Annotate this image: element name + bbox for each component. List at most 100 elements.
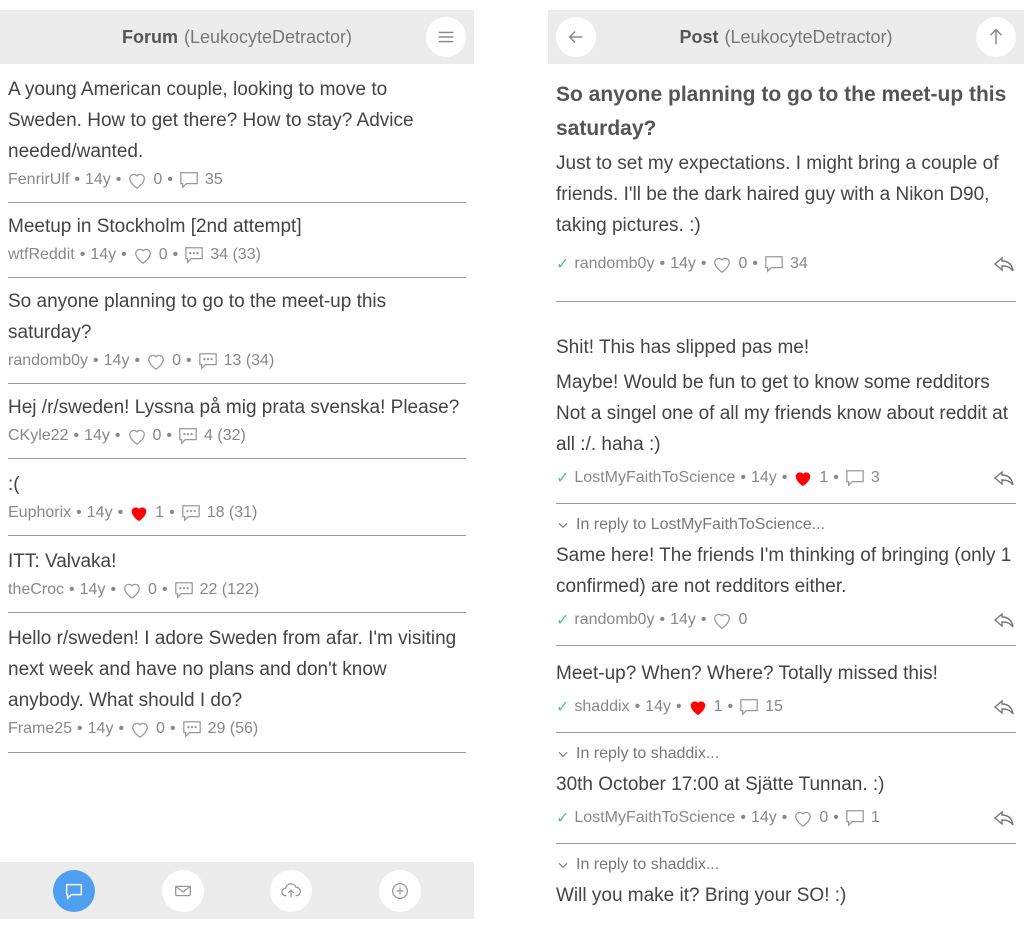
thread-likes: 0: [148, 581, 157, 598]
heart-outline-icon[interactable]: [711, 610, 733, 630]
thread-meta: theCroc • 14y • 0 • 22 (122): [8, 577, 466, 603]
thread-item[interactable]: So anyone planning to go to the meet-up …: [8, 278, 466, 384]
comment-dots-icon: [185, 247, 204, 264]
back-button[interactable]: [556, 17, 596, 57]
thread-likes: 0: [156, 720, 165, 737]
envelope-icon: [174, 885, 191, 896]
heart-outline-icon[interactable]: [711, 254, 733, 274]
thread-title[interactable]: ITT: Valvaka!: [8, 546, 466, 577]
heart-outline-icon[interactable]: [145, 351, 167, 371]
meta-separator: •: [79, 246, 86, 263]
heart-outline-icon[interactable]: [132, 245, 154, 265]
thread-title[interactable]: :(: [8, 469, 466, 500]
meta-separator: •: [634, 698, 641, 715]
meta-separator: •: [740, 809, 746, 826]
meta-separator: •: [115, 171, 122, 188]
meta-separator: •: [110, 581, 117, 598]
thread-author[interactable]: theCroc: [8, 581, 64, 599]
scroll-top-button[interactable]: [976, 17, 1016, 57]
post-heading: So anyone planning to go to the meet-up …: [556, 83, 1007, 140]
thread-title[interactable]: So anyone planning to go to the meet-up …: [8, 286, 466, 348]
heart-outline-icon[interactable]: [792, 808, 814, 828]
heart-outline-icon[interactable]: [126, 170, 148, 190]
thread-comment-count: 18 (31): [206, 504, 258, 521]
cloud-upload-icon: [281, 882, 302, 897]
post-username: (LeukocyteDetractor): [724, 26, 893, 47]
meta-separator: •: [700, 611, 707, 628]
comment-author[interactable]: randomb0y: [574, 611, 654, 629]
comment-author[interactable]: shaddix: [574, 698, 629, 716]
thread-item[interactable]: Meetup in Stockholm [2nd attempt] wtfRedd…: [8, 203, 466, 278]
reply-icon[interactable]: [992, 696, 1016, 718]
comment-age: 14y: [670, 611, 696, 628]
thread-author[interactable]: CKyle22: [8, 427, 68, 445]
check-icon: ✓: [556, 256, 570, 273]
reply-icon[interactable]: [992, 253, 1016, 275]
meta-separator: •: [118, 720, 125, 737]
heart-outline-icon[interactable]: [126, 426, 148, 446]
comment-text: Maybe! Would be fun to get to know some …: [556, 372, 1009, 455]
menu-button[interactable]: [426, 17, 466, 57]
comment-author[interactable]: LostMyFaithToScience: [574, 809, 735, 827]
heart-outline-icon[interactable]: [129, 719, 151, 739]
heart-outline-icon[interactable]: [121, 580, 143, 600]
comment-dots-icon: [198, 353, 217, 370]
thread-title[interactable]: Hello r/sweden! I adore Sweden from afar…: [8, 623, 466, 716]
meta-separator: •: [781, 809, 788, 826]
thread-meta: CKyle22 • 14y • 0 • 4 (32): [8, 423, 466, 449]
comment-likes: 0: [819, 809, 829, 826]
reply-to-link[interactable]: In reply to shaddix...: [556, 741, 1016, 767]
meta-separator: •: [185, 352, 192, 369]
meta-separator: •: [781, 469, 788, 486]
thread-comment-count: 4 (32): [204, 427, 246, 444]
hamburger-menu-icon: [438, 31, 454, 43]
reply-icon[interactable]: [992, 609, 1016, 631]
post-screen: Post (LeukocyteDetractor) So anyone plan…: [548, 10, 1024, 919]
thread-item[interactable]: :(Euphorix • 14y • 1 • 18 (31): [8, 459, 466, 536]
thread-title[interactable]: A young American couple, looking to move…: [8, 74, 466, 167]
meta-separator: •: [740, 469, 746, 486]
thread-title[interactable]: Hej /r/sweden! Lyssna på mig prata svens…: [8, 392, 466, 423]
comment-author[interactable]: LostMyFaithToScience: [574, 469, 735, 487]
thread-meta: wtfReddit • 14y • 0 • 34 (33): [8, 242, 466, 268]
thread-author[interactable]: Euphorix: [8, 504, 71, 522]
upload-tab-button[interactable]: [270, 869, 313, 912]
thread-item[interactable]: Hello r/sweden! I adore Sweden from afar…: [8, 613, 466, 753]
thread-item[interactable]: Hej /r/sweden! Lyssna på mig prata svens…: [8, 384, 466, 459]
thread-item[interactable]: A young American couple, looking to move…: [8, 64, 466, 203]
heart-filled-icon[interactable]: [687, 697, 709, 717]
meta-separator: •: [134, 352, 141, 369]
reply-to-link[interactable]: In reply to LostMyFaithToScience...: [556, 512, 1016, 538]
comment-text: Shit! This has slipped pas me!: [556, 337, 810, 358]
comment-text: Will you make it? Bring your SO! :): [556, 885, 847, 906]
post-author[interactable]: randomb0y: [574, 255, 654, 273]
reply-to-link[interactable]: In reply to shaddix...: [556, 852, 1016, 878]
reply-to-text: In reply to LostMyFaithToScience...: [576, 516, 825, 533]
thread-author[interactable]: Frame25: [8, 720, 72, 738]
thread-author[interactable]: wtfReddit: [8, 246, 75, 264]
meta-separator: •: [114, 427, 121, 444]
heart-filled-icon[interactable]: [792, 468, 814, 488]
chevron-down-icon: [558, 751, 568, 758]
thread-age: 14y: [86, 504, 113, 521]
thread-author[interactable]: FenrirUlf: [8, 171, 69, 189]
comment: In reply to shaddix... Will you make it? …: [556, 844, 1016, 911]
comment-age: 14y: [750, 809, 777, 826]
comment-meta: ✓ LostMyFaithToScience • 14y • 1 • 3: [556, 463, 1016, 493]
heart-filled-icon[interactable]: [128, 503, 150, 523]
new-post-tab-button[interactable]: [378, 869, 421, 912]
thread-author[interactable]: randomb0y: [8, 352, 88, 370]
messages-tab-button[interactable]: [161, 869, 204, 912]
comment-reply-count: 1: [870, 809, 880, 826]
comment: In reply to shaddix... 30th October 17:00…: [556, 733, 1016, 844]
comment-meta: ✓ LostMyFaithToScience • 14y • 0 • 1: [556, 803, 1016, 833]
meta-separator: •: [121, 246, 127, 263]
reply-icon[interactable]: [992, 467, 1016, 489]
reply-to-text: In reply to shaddix...: [576, 745, 720, 762]
thread-item[interactable]: ITT: Valvaka! theCroc • 14y • 0 • 22 (122): [8, 536, 466, 613]
comment-age: 14y: [750, 469, 777, 486]
reply-icon[interactable]: [992, 807, 1016, 829]
thread-likes: 0: [152, 427, 162, 444]
thread-title[interactable]: Meetup in Stockholm [2nd attempt]: [8, 211, 466, 242]
forum-tab-button[interactable]: [53, 869, 96, 912]
